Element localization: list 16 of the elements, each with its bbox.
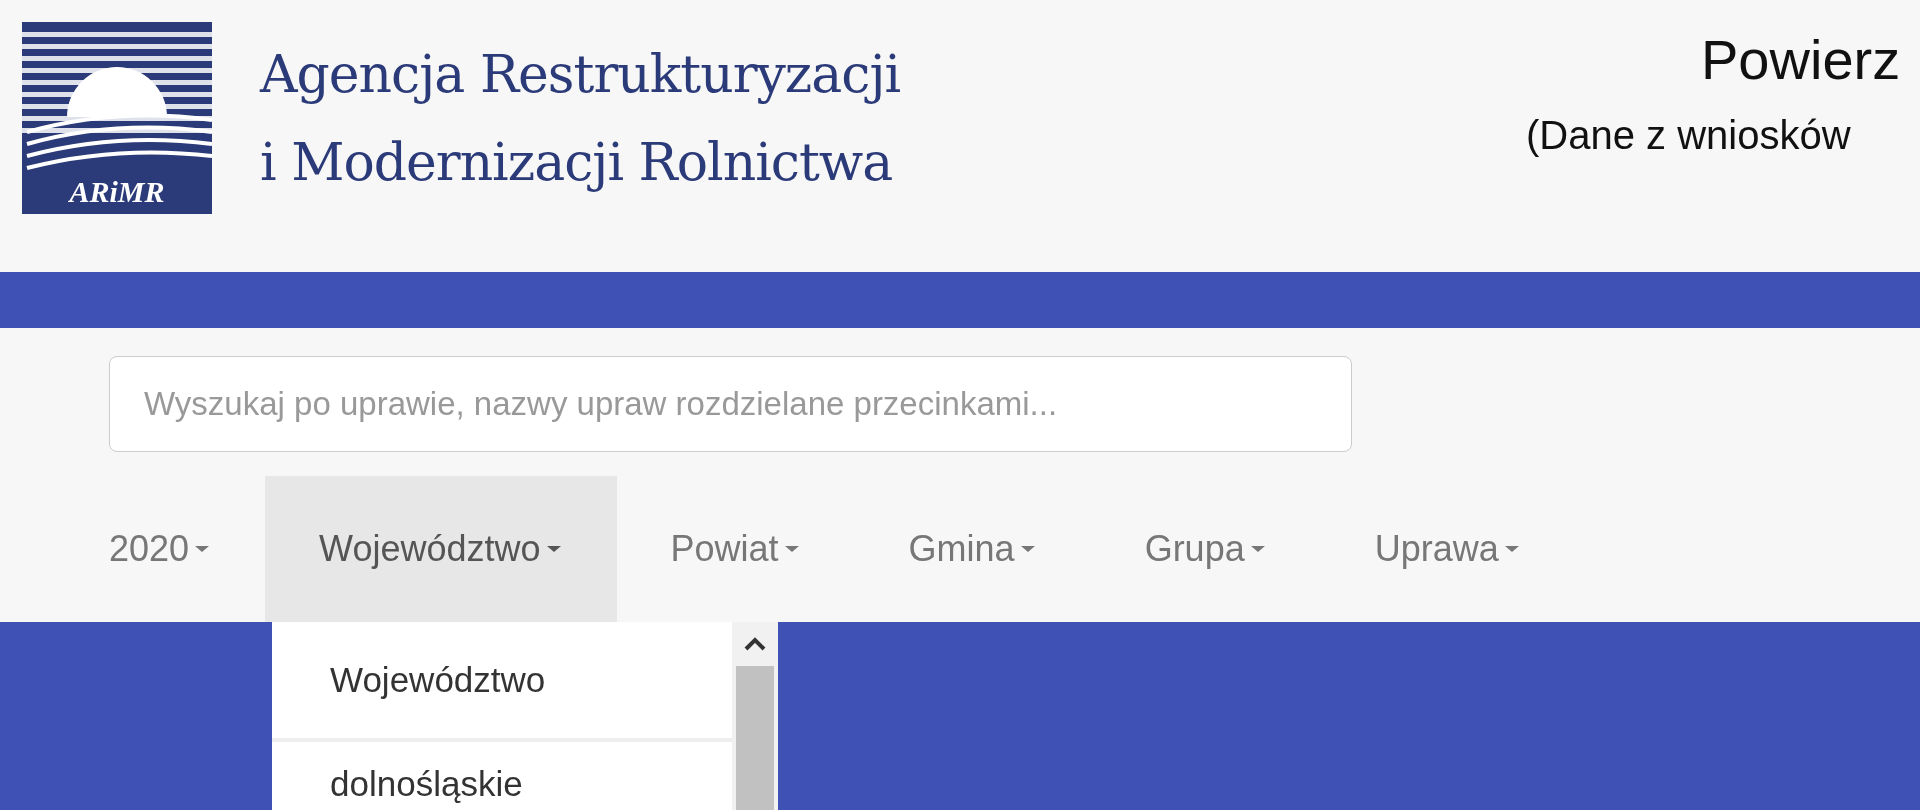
agency-logo: ARiMR [22,22,212,214]
filter-dropdown[interactable]: Powiat [616,476,855,622]
page-title: Powierz [1701,27,1901,93]
scroll-up-icon[interactable] [743,636,767,652]
dropdown-item[interactable]: dolnośląskie [272,742,732,804]
scrollbar-thumb[interactable] [736,666,774,810]
agency-name: Agencja Restrukturyzacji [260,43,901,106]
search-field[interactable]: Wyszukaj po uprawie, nazwy upraw rozdzielane przecinkami... [109,356,1352,452]
agency-name: i Modernizacji Rolnictwa [260,131,894,194]
scrollbar[interactable] [732,622,778,810]
page-subtitle: (Dane z wniosków [1526,112,1852,159]
filter-dropdown[interactable]: 2020 [109,476,266,622]
filter-dropdown[interactable]: Grupa [1090,476,1321,622]
filter-dropdown[interactable]: Gmina [854,476,1091,622]
filter-dropdown[interactable]: Uprawa [1320,476,1575,622]
filter-dropdown[interactable]: Województwo [265,476,617,622]
